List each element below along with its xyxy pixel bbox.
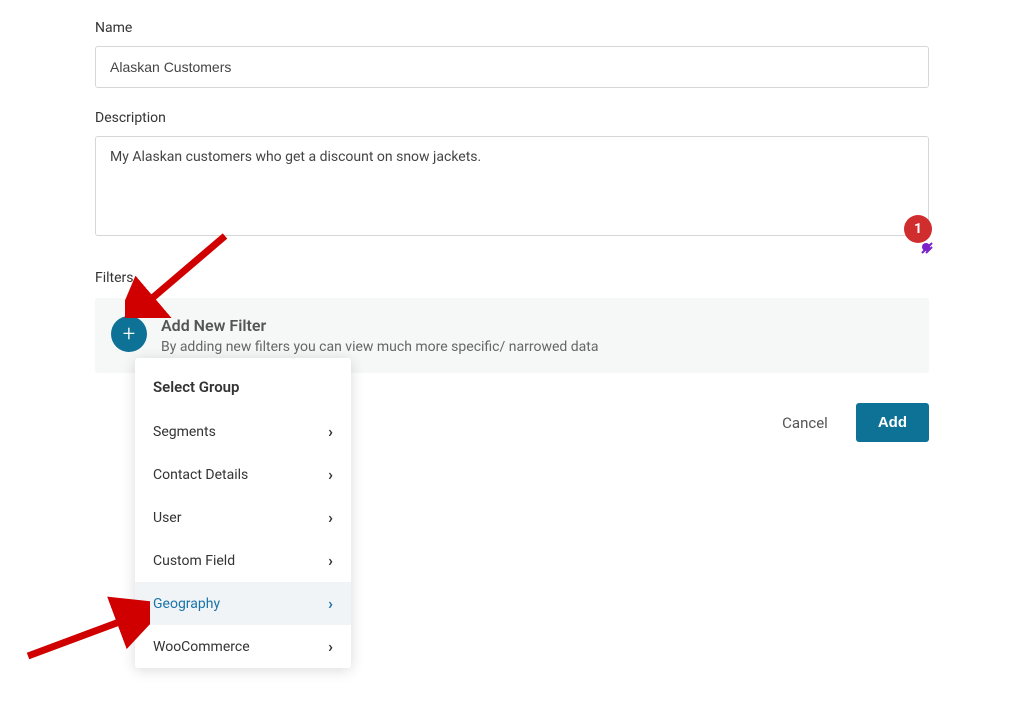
chevron-right-icon: › [328, 637, 333, 656]
plus-icon[interactable]: + [111, 316, 147, 352]
notification-badge[interactable]: 1 [904, 215, 932, 243]
dropdown-item-contact-details[interactable]: Contact Details › [135, 453, 351, 496]
chevron-right-icon: › [328, 551, 333, 570]
arrow-annotation-2 [20, 596, 150, 666]
dropdown-item-label: Contact Details [153, 467, 248, 483]
name-label: Name [95, 20, 929, 36]
dropdown-title: Select Group [135, 372, 351, 410]
filter-title: Add New Filter [161, 316, 598, 335]
description-label: Description [95, 110, 929, 126]
resize-handle-icon[interactable] [920, 240, 932, 252]
filters-label: Filters [95, 270, 929, 286]
dropdown-item-label: Segments [153, 424, 216, 440]
dropdown-item-geography[interactable]: Geography › [135, 582, 351, 625]
chevron-right-icon: › [328, 422, 333, 441]
dropdown-item-custom-field[interactable]: Custom Field › [135, 539, 351, 582]
add-filter-box[interactable]: + Add New Filter By adding new filters y… [95, 298, 929, 373]
dropdown-item-woocommerce[interactable]: WooCommerce › [135, 625, 351, 668]
description-textarea[interactable]: My Alaskan customers who get a discount … [95, 136, 929, 236]
dropdown-item-label: Custom Field [153, 553, 235, 569]
chevron-right-icon: › [328, 508, 333, 527]
dropdown-item-label: User [153, 510, 181, 526]
chevron-right-icon: › [328, 465, 333, 484]
chevron-right-icon: › [328, 594, 333, 613]
filter-subtitle: By adding new filters you can view much … [161, 339, 598, 355]
dropdown-item-user[interactable]: User › [135, 496, 351, 539]
cancel-button[interactable]: Cancel [782, 414, 828, 432]
dropdown-item-label: WooCommerce [153, 639, 250, 655]
add-button[interactable]: Add [856, 403, 929, 442]
name-input[interactable] [95, 46, 929, 88]
dropdown-item-segments[interactable]: Segments › [135, 410, 351, 453]
dropdown-item-label: Geography [153, 596, 220, 612]
select-group-dropdown: Select Group Segments›Contact Details›Us… [135, 358, 351, 668]
